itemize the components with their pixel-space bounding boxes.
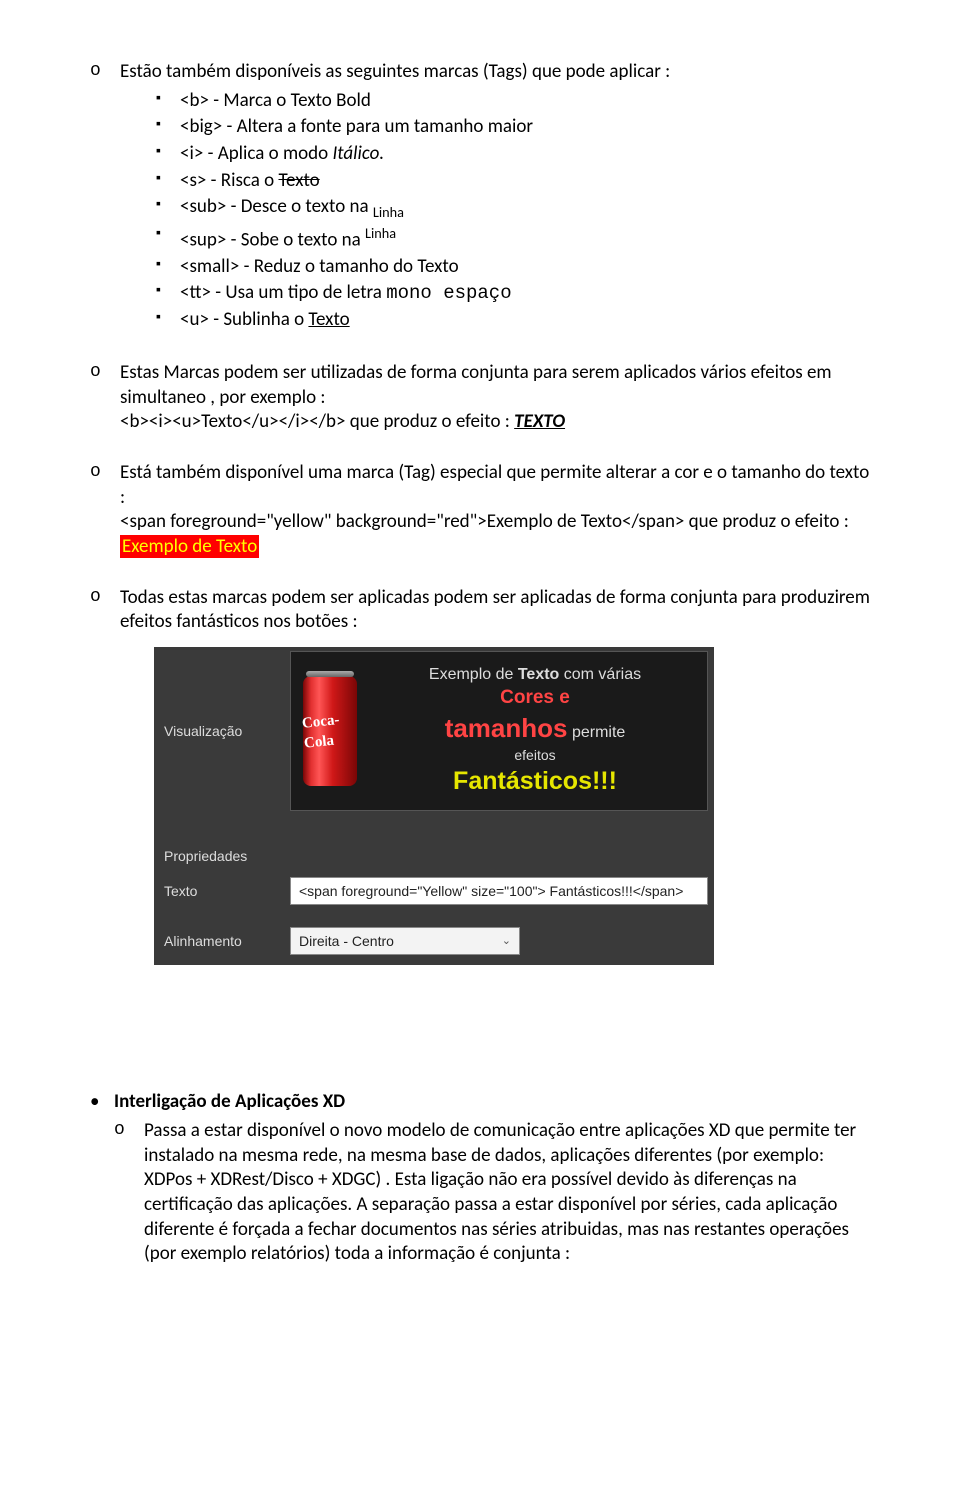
interligacao-section: • Interligação de Aplicações XD o Passa … <box>90 1090 870 1273</box>
strike-sample: Texto <box>278 169 319 192</box>
effect-sample: Exemplo de Texto <box>120 535 259 558</box>
list-item-todas: o Todas estas marcas podem ser aplicadas… <box>90 586 870 635</box>
bullet-marker: ▪ <box>156 169 180 194</box>
list-marker: o <box>90 461 120 560</box>
text: Passa a estar disponível o novo modelo d… <box>144 1119 856 1265</box>
pv-tam: tamanhos <box>445 713 568 743</box>
bullet-marker: ▪ <box>156 142 180 167</box>
prop-label: Propriedades <box>154 839 284 873</box>
dropdown-value: Direita - Centro <box>299 932 394 950</box>
pv-cores: Cores e <box>500 687 570 708</box>
tag-desc: - Risca o <box>206 169 278 192</box>
tag-code: <i> <box>180 142 203 165</box>
list-item-span: o Está também disponível uma marca (Tag)… <box>90 461 870 560</box>
pv-fant: Fantásticos!!! <box>375 765 695 799</box>
code-sample: <span foreground="yellow" background="re… <box>120 510 849 533</box>
text: Está também disponível uma marca (Tag) e… <box>120 461 869 509</box>
list-marker: o <box>90 60 120 335</box>
tag-item-i: ▪ <i> - Aplica o modo Itálico. <box>120 142 870 167</box>
pv-efeitos: efeitos <box>375 746 695 765</box>
tag-item-sub: ▪ <sub> - Desce o texto na Linha <box>120 195 870 221</box>
tag-item-sup: ▪ <sup> - Sobe o texto na Linha <box>120 224 870 253</box>
tag-desc: - Reduz o tamanho do Texto <box>239 255 458 278</box>
tag-code: <sub> <box>180 195 226 218</box>
list-item-tags-intro: o Estão também disponíveis as seguintes … <box>90 60 870 335</box>
tag-desc: - Desce o texto na <box>226 195 373 218</box>
bullet-marker: ▪ <box>156 255 180 280</box>
bullet-marker: ▪ <box>156 308 180 333</box>
alin-label: Alinhamento <box>154 923 284 959</box>
text: Estão também disponíveis as seguintes ma… <box>120 60 670 83</box>
texto-label: Texto <box>154 873 284 909</box>
bullet-marker: ▪ <box>156 281 180 306</box>
effect-sample: TEXTO <box>514 410 565 433</box>
tag-desc: - Aplica o modo <box>203 142 332 165</box>
sup-sample: Linha <box>365 224 396 242</box>
tag-code: <small> <box>180 255 239 278</box>
bullet-marker: ▪ <box>156 89 180 114</box>
pv-permite: permite <box>568 724 626 741</box>
italic-sample: Itálico. <box>332 142 384 165</box>
pv-1b: Texto <box>518 666 559 683</box>
bullet-marker: ▪ <box>156 224 180 253</box>
coke-label: Coca-Cola <box>301 709 359 753</box>
code-sample: <b><i><u>Texto</u></i></b> que produz o … <box>120 410 514 433</box>
sub-sample: Linha <box>373 203 404 221</box>
bullet-marker: • <box>90 1090 114 1273</box>
preview-text: Exemplo de Texto com várias Cores e tama… <box>375 664 695 799</box>
list-marker: o <box>90 586 120 635</box>
tag-desc: - Marca o Texto Bold <box>209 89 371 112</box>
chevron-down-icon: ⌄ <box>502 934 511 948</box>
under-sample: Texto <box>308 308 349 331</box>
tag-code: <s> <box>180 169 206 192</box>
tag-desc: - Altera a fonte para um tamanho maior <box>222 115 533 138</box>
preview-box: Coca-Cola Exemplo de Texto com várias Co… <box>290 651 708 811</box>
bullet-marker: ▪ <box>156 195 180 221</box>
mono-sample: mono espaço <box>386 282 511 304</box>
pv-1c: com várias <box>559 666 641 683</box>
tag-item-small: ▪ <small> - Reduz o tamanho do Texto <box>120 255 870 280</box>
text: Todas estas marcas podem ser aplicadas p… <box>120 586 870 634</box>
tag-code: <sup> <box>180 228 226 251</box>
text: Estas Marcas podem ser utilizadas de for… <box>120 361 832 409</box>
tag-desc: - Sublinha o <box>209 308 309 331</box>
list-item-interligacao: o Passa a estar disponível o novo modelo… <box>114 1119 870 1267</box>
tag-code: <b> <box>180 89 209 112</box>
list-marker: o <box>114 1119 144 1267</box>
tag-desc: - Usa um tipo de letra <box>211 281 386 304</box>
tag-item-big: ▪ <big> - Altera a fonte para um tamanho… <box>120 115 870 140</box>
bullet-marker: ▪ <box>156 115 180 140</box>
tag-item-tt: ▪ <tt> - Usa um tipo de letra mono espaç… <box>120 281 870 306</box>
tag-item-u: ▪ <u> - Sublinha o Texto <box>120 308 870 333</box>
texto-input[interactable]: <span foreground="Yellow" size="100"> Fa… <box>290 877 708 905</box>
list-marker: o <box>90 361 120 435</box>
list-item-conjunta: o Estas Marcas podem ser utilizadas de f… <box>90 361 870 435</box>
embedded-screenshot: Visualização Coca-Cola Exemplo de Texto … <box>154 647 714 965</box>
alinhamento-dropdown[interactable]: Direita - Centro ⌄ <box>290 927 520 955</box>
tag-item-s: ▪ <s> - Risca o Texto <box>120 169 870 194</box>
tag-code: <big> <box>180 115 222 138</box>
texto-input-value: <span foreground="Yellow" size="100"> Fa… <box>299 882 683 900</box>
section-title: Interligação de Aplicações XD <box>114 1090 345 1113</box>
tag-code: <u> <box>180 308 209 331</box>
vis-label: Visualização <box>154 647 284 815</box>
coke-can-image: Coca-Cola <box>303 676 357 786</box>
tag-desc: - Sobe o texto na <box>226 228 365 251</box>
pv-1a: Exemplo de <box>429 666 518 683</box>
tag-item-b: ▪ <b> - Marca o Texto Bold <box>120 89 870 114</box>
tag-code: <tt> <box>180 281 211 304</box>
